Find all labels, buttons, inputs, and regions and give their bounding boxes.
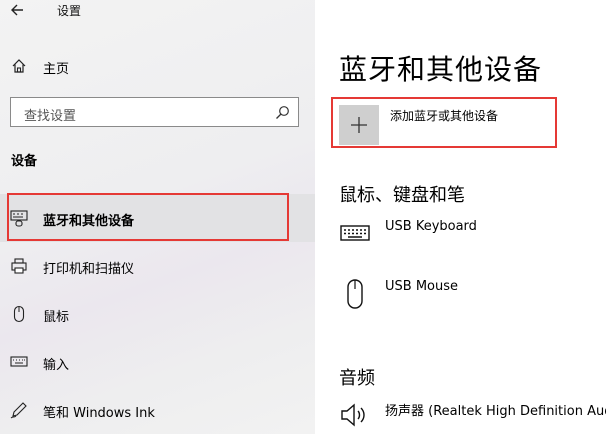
pen-icon — [10, 402, 27, 419]
printer-icon — [11, 258, 27, 274]
sidebar-item-label: 输入 — [43, 358, 70, 373]
sidebar-item-mouse[interactable]: 鼠标 — [0, 290, 315, 338]
add-device-label: 添加蓝牙或其他设备 — [390, 109, 499, 123]
mouse-icon — [347, 279, 363, 309]
sidebar-item-typing[interactable]: 输入 — [0, 338, 315, 386]
search-input[interactable]: 查找设置 — [10, 97, 299, 127]
add-tile — [339, 105, 379, 145]
search-icon[interactable] — [275, 105, 290, 120]
section-title-devices: 设备 — [11, 154, 38, 169]
device-item-speaker[interactable]: 扬声器 (Realtek High Definition Audio) — [339, 399, 606, 434]
device-item-mouse[interactable]: USB Mouse — [339, 278, 606, 318]
sidebar: 设置 主页 查找设置 设备 蓝牙和其他设备 打印机和扫描仪 鼠标 输入 笔和 W… — [0, 0, 315, 434]
home-icon — [12, 59, 26, 73]
sidebar-item-pen[interactable]: 笔和 Windows Ink — [0, 386, 315, 434]
device-item-keyboard[interactable]: USB Keyboard — [339, 218, 606, 258]
device-name: USB Mouse — [385, 279, 458, 294]
home-nav-item[interactable]: 主页 — [0, 52, 315, 82]
add-device-button[interactable]: 添加蓝牙或其他设备 — [331, 97, 557, 148]
highlight-box-nav — [7, 193, 289, 241]
title-bar: 设置 — [0, 0, 315, 22]
sidebar-item-printers[interactable]: 打印机和扫描仪 — [0, 242, 315, 290]
sidebar-item-label: 鼠标 — [43, 310, 70, 325]
home-label: 主页 — [43, 62, 70, 77]
device-name: USB Keyboard — [385, 219, 477, 234]
sidebar-item-label: 笔和 Windows Ink — [43, 406, 155, 421]
mouse-icon — [13, 305, 25, 323]
app-title: 设置 — [57, 4, 82, 18]
speaker-icon — [341, 403, 365, 427]
group-title-input-devices: 鼠标、键盘和笔 — [339, 185, 465, 206]
keyboard-icon — [340, 225, 370, 241]
main-content: 蓝牙和其他设备 添加蓝牙或其他设备 鼠标、键盘和笔 USB Keyboard U… — [315, 0, 606, 434]
page-title: 蓝牙和其他设备 — [339, 53, 543, 86]
back-arrow-icon[interactable] — [8, 0, 28, 20]
plus-icon — [351, 117, 367, 133]
sidebar-item-label: 打印机和扫描仪 — [43, 262, 135, 277]
search-placeholder: 查找设置 — [24, 109, 77, 124]
group-title-audio: 音频 — [339, 368, 375, 389]
keyboard-icon — [10, 356, 28, 367]
device-name: 扬声器 (Realtek High Definition Audio) — [385, 404, 606, 419]
